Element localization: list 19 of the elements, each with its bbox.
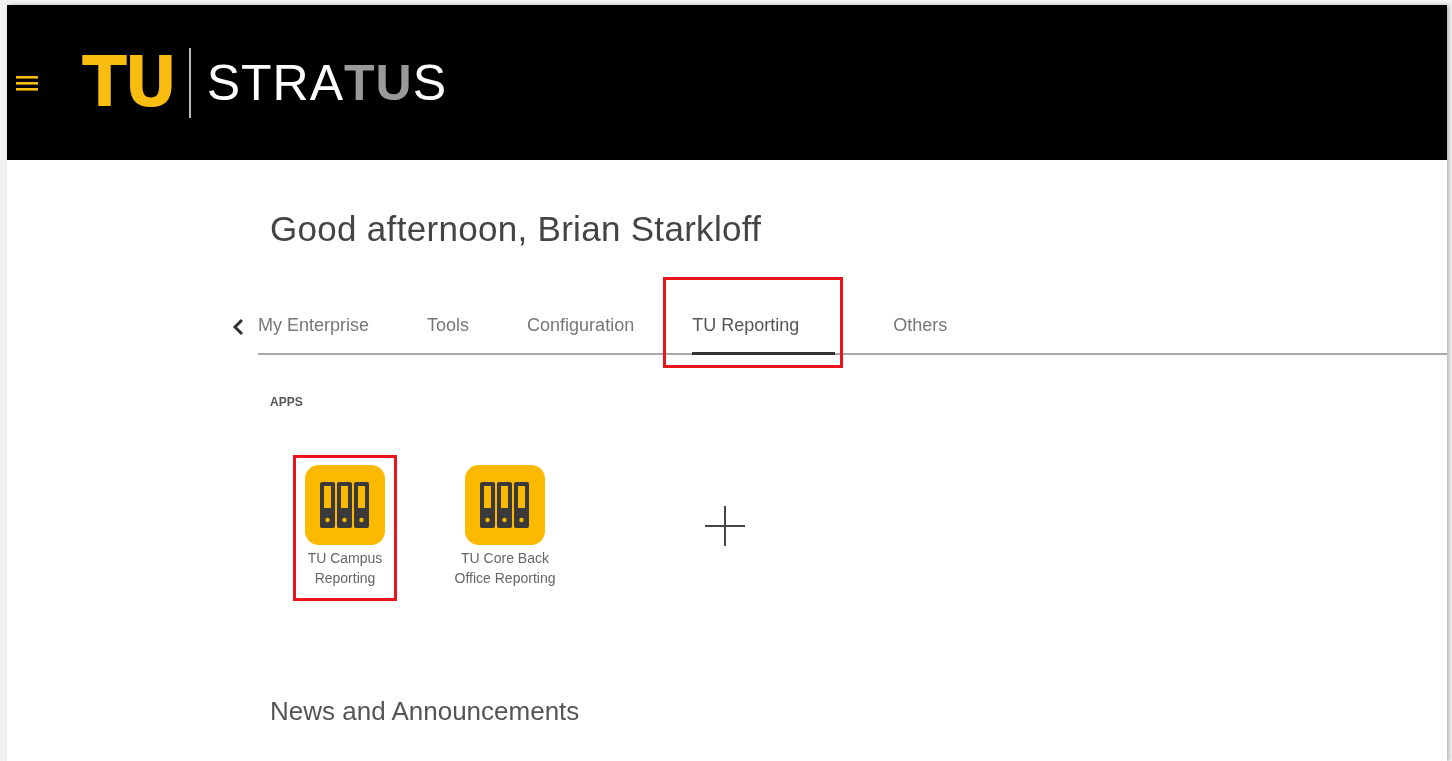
app-label[interactable]: TU Campus Reporting <box>285 548 405 588</box>
section-heading: News and Announcements <box>270 696 581 727</box>
add-icon[interactable] <box>704 505 746 547</box>
logo-name: STRATUS <box>206 57 447 108</box>
tab[interactable]: Tools <box>427 303 470 353</box>
tab[interactable]: TU Reporting <box>692 303 836 355</box>
section-label: APPS <box>270 395 304 409</box>
tab[interactable]: My Enterprise <box>258 303 370 353</box>
menu-icon[interactable] <box>16 74 38 91</box>
greeting-heading: Good afternoon, Brian Starkloff <box>270 208 763 250</box>
app-tile-button[interactable] <box>305 465 385 545</box>
binders-icon <box>480 482 530 528</box>
chevron-left-icon[interactable] <box>232 317 246 337</box>
logo-mark: TU <box>82 47 175 118</box>
app-label[interactable]: TU Core Back Office Reporting <box>445 548 565 588</box>
tab[interactable]: Others <box>893 303 948 353</box>
binders-icon <box>320 482 370 528</box>
app-tile-button[interactable] <box>465 465 545 545</box>
tab[interactable]: Configuration <box>527 303 635 353</box>
